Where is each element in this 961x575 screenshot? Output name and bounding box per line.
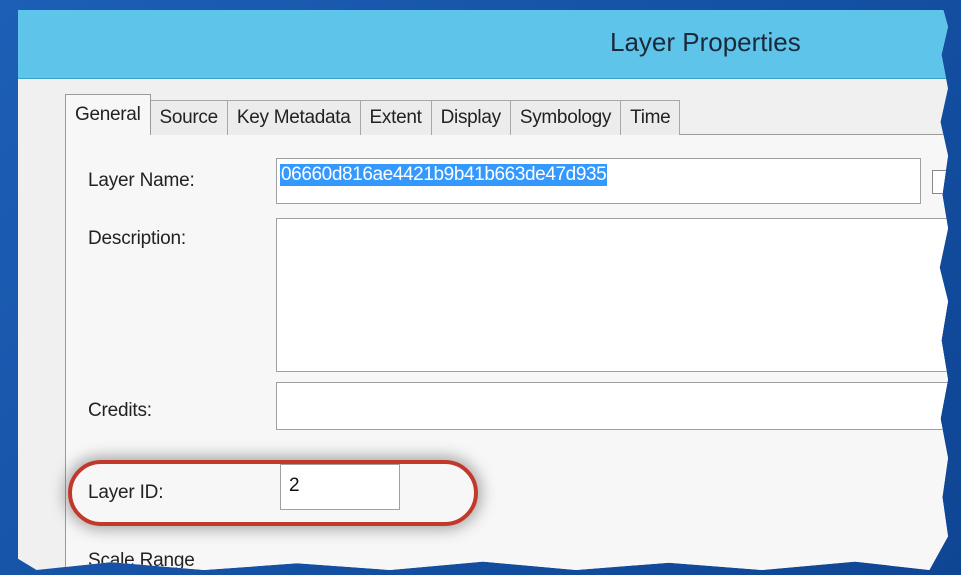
- description-label: Description:: [88, 228, 186, 249]
- tab-key-metadata[interactable]: Key Metadata: [226, 100, 361, 135]
- tab-source[interactable]: Source: [149, 100, 228, 135]
- title-bar[interactable]: Layer Properties: [18, 10, 948, 79]
- tab-strip: General Source Key Metadata Extent Displ…: [65, 94, 681, 135]
- layer-name-label: Layer Name:: [88, 170, 195, 191]
- credits-input[interactable]: [276, 382, 948, 430]
- layer-name-input[interactable]: 06660d816ae4421b9b41b663de47d935: [276, 158, 921, 204]
- tab-display[interactable]: Display: [430, 100, 511, 135]
- dialog-title: Layer Properties: [610, 27, 801, 57]
- tab-extent[interactable]: Extent: [359, 100, 432, 135]
- tab-symbology[interactable]: Symbology: [509, 100, 622, 135]
- layer-id-highlight-ring: [68, 460, 478, 526]
- credits-label: Credits:: [88, 400, 152, 421]
- layer-properties-dialog: Layer Properties General Source Key Meta…: [18, 10, 948, 570]
- description-textarea[interactable]: [276, 218, 948, 372]
- scale-range-label: Scale Range: [88, 550, 195, 570]
- layer-name-checkbox[interactable]: [932, 170, 948, 194]
- layer-name-selected-text: 06660d816ae4421b9b41b663de47d935: [280, 164, 608, 186]
- tab-time[interactable]: Time: [620, 100, 681, 135]
- tab-general[interactable]: General: [65, 94, 151, 135]
